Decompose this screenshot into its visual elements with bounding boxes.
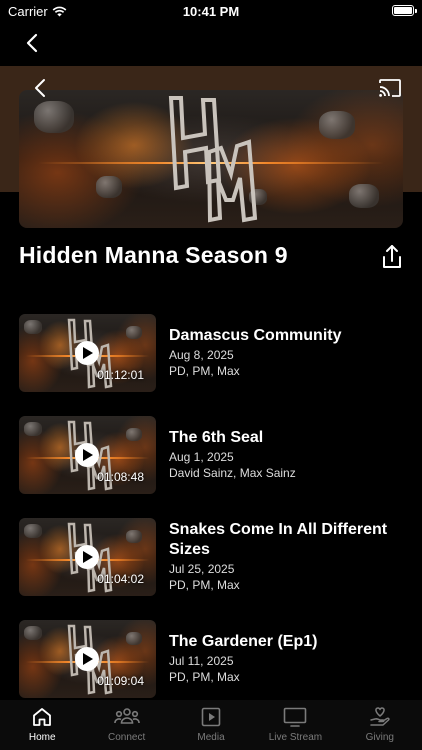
home-icon [33,708,52,726]
episode-thumbnail[interactable]: 01:12:01 [19,314,156,392]
episode-item[interactable]: 01:08:48 The 6th Seal Aug 1, 2025 David … [19,416,403,494]
hm-logo [168,96,258,223]
cast-icon[interactable] [378,78,402,98]
page-title: Hidden Manna Season 9 [19,242,288,268]
battery-icon [392,5,417,16]
episode-speakers: PD, PM, Max [169,364,240,378]
episode-date: Aug 1, 2025 [169,450,234,464]
episode-date: Jul 25, 2025 [169,562,235,576]
play-icon[interactable] [75,545,99,569]
episode-duration: 01:04:02 [97,572,144,586]
episode-title[interactable]: Damascus Community [169,326,403,346]
tab-giving[interactable]: Giving [338,700,422,750]
episode-speakers: PD, PM, Max [169,670,240,684]
episode-title[interactable]: The 6th Seal [169,428,403,448]
status-time: 10:41 PM [182,4,240,19]
tab-label: Home [28,732,56,743]
tab-media[interactable]: Media [169,700,253,750]
tab-label: Giving [365,732,394,743]
episode-item[interactable]: 01:04:02 Snakes Come In All Different Si… [19,518,403,596]
play-icon[interactable] [75,647,99,671]
episode-item[interactable]: 01:09:04 The Gardener (Ep1) Jul 11, 2025… [19,620,403,698]
episode-thumbnail[interactable]: 01:09:04 [19,620,156,698]
tab-label: Media [197,732,225,743]
tab-bar: Home Connect Media Live Stream Giving [0,700,422,750]
tab-connect[interactable]: Connect [84,700,168,750]
people-icon [113,708,140,724]
episode-date: Aug 8, 2025 [169,348,234,362]
tab-home[interactable]: Home [0,700,84,750]
media-play-icon [201,707,221,727]
tv-icon [284,707,307,727]
tab-live-stream[interactable]: Live Stream [253,700,337,750]
episode-title[interactable]: The Gardener (Ep1) [169,632,403,652]
episode-thumbnail[interactable]: 01:04:02 [19,518,156,596]
episode-date: Jul 11, 2025 [169,654,234,668]
episode-thumbnail[interactable]: 01:08:48 [19,416,156,494]
tab-label: Live Stream [268,732,323,743]
hero-back-icon[interactable] [32,78,50,98]
episode-speakers: PD, PM, Max [169,578,240,592]
share-icon[interactable] [380,244,404,270]
episode-title[interactable]: Snakes Come In All Different Sizes [169,520,403,560]
episode-duration: 01:08:48 [97,470,144,484]
status-bar: Carrier 10:41 PM [0,0,422,24]
episode-item[interactable]: 01:12:01 Damascus Community Aug 8, 2025 … [19,314,403,392]
play-icon[interactable] [75,443,99,467]
tab-label: Connect [107,732,146,743]
series-artwork [19,90,403,228]
episode-duration: 01:12:01 [97,368,144,382]
episode-speakers: David Sainz, Max Sainz [169,466,296,480]
episode-duration: 01:09:04 [97,674,144,688]
giving-hand-heart-icon [370,707,390,726]
play-icon[interactable] [75,341,99,365]
back-chevron-icon[interactable] [22,32,44,54]
